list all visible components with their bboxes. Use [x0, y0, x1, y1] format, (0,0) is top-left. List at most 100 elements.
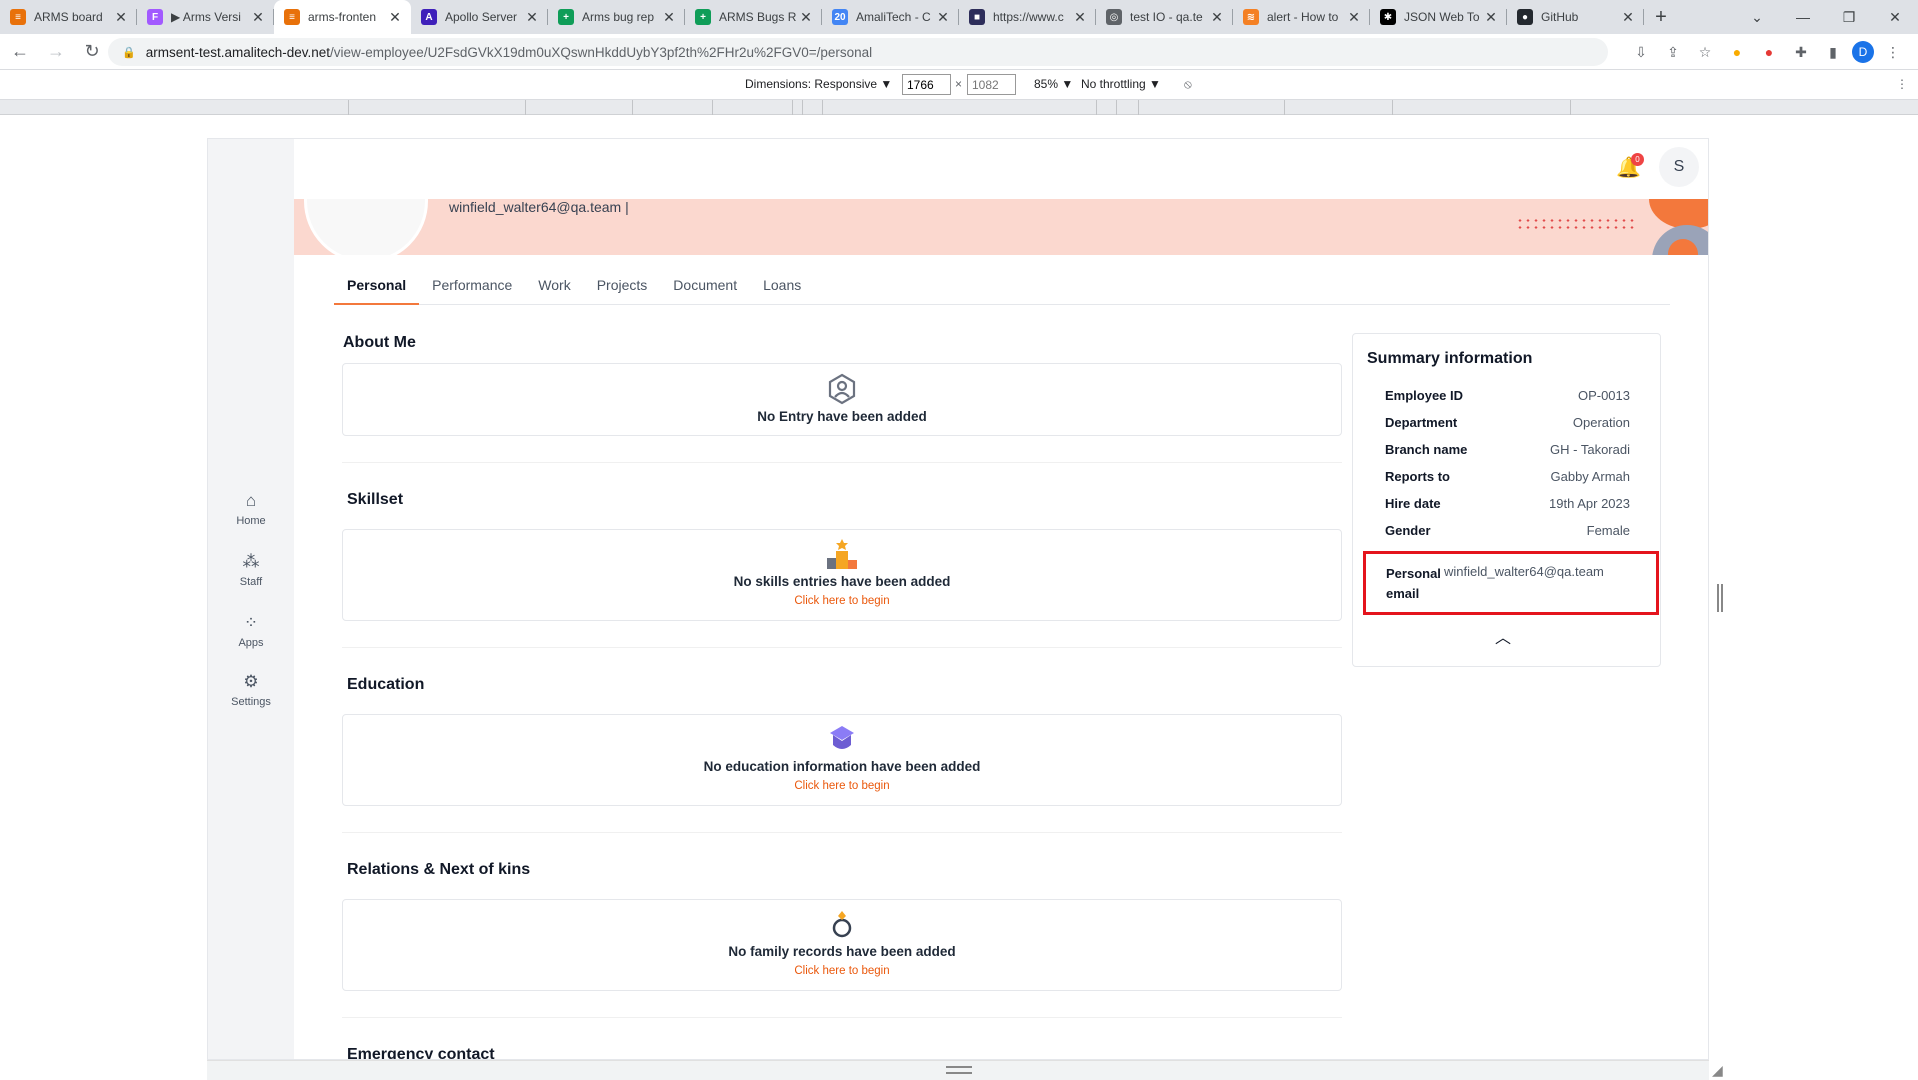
browser-tab[interactable]: ✱ JSON Web To ✕ — [1370, 0, 1507, 34]
extensions-puzzle-icon[interactable]: ✚ — [1788, 38, 1814, 66]
profile-avatar[interactable]: D — [1852, 41, 1874, 63]
new-tab-button[interactable]: + — [1644, 0, 1678, 34]
education-begin-link[interactable]: Click here to begin — [343, 780, 1341, 792]
viewport-height-input[interactable] — [967, 74, 1016, 95]
device-menu-icon[interactable]: ⋮ — [1896, 77, 1908, 91]
resize-corner-icon[interactable]: ◢ — [1712, 1062, 1723, 1079]
skillset-card: No skills entries have been added Click … — [342, 529, 1342, 621]
extension-icon[interactable]: ● — [1724, 38, 1750, 66]
dimensions-dropdown[interactable]: Dimensions: Responsive ▼ — [745, 77, 892, 91]
extension-icon[interactable]: ● — [1756, 38, 1782, 66]
forward-button[interactable]: → — [40, 36, 72, 68]
summary-key: Employee ID — [1385, 388, 1464, 403]
relations-card: No family records have been added Click … — [342, 899, 1342, 991]
browser-tab-strip: ≡ ARMS board ✕ F ▶ Arms Versi ✕ ≡ arms-fronten ✕… — [0, 0, 1918, 34]
lock-icon[interactable]: 🔒 — [122, 46, 136, 59]
restore-button[interactable]: ❐ — [1826, 0, 1872, 34]
tab-favicon-icon: A — [421, 9, 437, 25]
close-window-button[interactable]: ✕ — [1872, 0, 1918, 34]
tab-title: Apollo Server — [445, 10, 518, 24]
summary-key: Hire date — [1385, 496, 1441, 511]
browser-tab[interactable]: A Apollo Server ✕ — [411, 0, 548, 34]
media-query-ruler[interactable] — [0, 100, 1918, 115]
browser-tab[interactable]: ◎ test IO - qa.te ✕ — [1096, 0, 1233, 34]
tab-title: alert - How to — [1267, 10, 1339, 24]
rotate-icon[interactable]: ⦸ — [1184, 77, 1192, 92]
close-tab-icon[interactable]: ✕ — [113, 9, 129, 26]
close-tab-icon[interactable]: ✕ — [1620, 9, 1636, 26]
times-icon: × — [955, 77, 963, 91]
tab-title: ▶ Arms Versi — [171, 10, 241, 24]
browser-tab[interactable]: + Arms bug rep ✕ — [548, 0, 685, 34]
browser-menu-icon[interactable]: ⋮ — [1880, 38, 1906, 66]
close-tab-icon[interactable]: ✕ — [1072, 9, 1088, 26]
summary-value: 19th Apr 2023 — [1549, 496, 1630, 511]
close-tab-icon[interactable]: ✕ — [1346, 9, 1362, 26]
browser-tab[interactable]: F ▶ Arms Versi ✕ — [137, 0, 274, 34]
close-tab-icon[interactable]: ✕ — [250, 9, 266, 26]
sidebar-item-apps[interactable]: ⁘ Apps — [208, 613, 294, 649]
side-panel-icon[interactable]: ▮ — [1820, 38, 1846, 66]
sidebar: ⌂ Home ⁂ Staff ⁘ Apps ⚙ Settings — [208, 139, 294, 1059]
browser-tab[interactable]: ● GitHub ✕ — [1507, 0, 1644, 34]
browser-tab[interactable]: 20 AmaliTech - C ✕ — [822, 0, 959, 34]
reload-button[interactable]: ↻ — [76, 36, 108, 68]
tab-loans[interactable]: Loans — [750, 265, 814, 305]
tab-list: ≡ ARMS board ✕ F ▶ Arms Versi ✕ ≡ arms-fronten ✕… — [0, 0, 1644, 34]
close-tab-icon[interactable]: ✕ — [1483, 9, 1499, 26]
tab-work[interactable]: Work — [525, 265, 583, 305]
close-tab-icon[interactable]: ✕ — [798, 9, 814, 26]
staff-icon: ⁂ — [242, 552, 260, 571]
top-navbar: 🔔 0 S — [294, 139, 1708, 199]
close-tab-icon[interactable]: ✕ — [935, 9, 951, 26]
browser-tab[interactable]: ■ https://www.c ✕ — [959, 0, 1096, 34]
summary-value: OP-0013 — [1577, 388, 1630, 403]
browser-tab[interactable]: ≋ alert - How to ✕ — [1233, 0, 1370, 34]
tab-personal[interactable]: Personal — [334, 265, 420, 305]
summary-row: Hire date 19th Apr 2023 — [1385, 496, 1630, 511]
tab-search-icon[interactable]: ⌄ — [1734, 0, 1780, 34]
share-icon[interactable]: ⇪ — [1660, 38, 1686, 66]
tab-projects[interactable]: Projects — [584, 265, 661, 305]
resize-handle-bottom[interactable] — [946, 1066, 972, 1074]
sidebar-item-home[interactable]: ⌂ Home — [208, 491, 294, 527]
emergency-contact-title: Emergency contact — [347, 1046, 495, 1060]
tab-performance[interactable]: Performance — [419, 265, 525, 305]
minimize-button[interactable]: — — [1780, 0, 1826, 34]
throttle-dropdown[interactable]: No throttling ▼ — [1081, 77, 1161, 91]
browser-tab[interactable]: ≡ arms-fronten ✕ — [274, 0, 411, 34]
relations-begin-link[interactable]: Click here to begin — [343, 965, 1341, 977]
sidebar-item-settings[interactable]: ⚙ Settings — [208, 672, 294, 708]
close-tab-icon[interactable]: ✕ — [387, 9, 403, 26]
browser-tab[interactable]: ≡ ARMS board ✕ — [0, 0, 137, 34]
close-tab-icon[interactable]: ✕ — [524, 9, 540, 26]
viewport-width-input[interactable] — [902, 74, 951, 95]
collapse-chevron-up-icon[interactable]: ︿ — [1495, 624, 1511, 648]
education-title: Education — [347, 676, 425, 693]
bookmark-star-icon[interactable]: ☆ — [1692, 38, 1718, 66]
summary-row: Employee ID OP-0013 — [1385, 388, 1630, 403]
notifications-bell-icon[interactable]: 🔔 0 — [1616, 153, 1644, 183]
browser-tab[interactable]: + ARMS Bugs R ✕ — [685, 0, 822, 34]
tab-title: test IO - qa.te — [1130, 10, 1203, 24]
zoom-dropdown[interactable]: 85% ▼ — [1034, 77, 1073, 91]
resize-handle-right[interactable] — [1717, 584, 1723, 612]
skills-begin-link[interactable]: Click here to begin — [343, 595, 1341, 607]
user-hexagon-icon — [828, 373, 856, 405]
close-tab-icon[interactable]: ✕ — [1209, 9, 1225, 26]
user-avatar[interactable]: S — [1659, 147, 1699, 187]
sidebar-item-label: Apps — [238, 637, 264, 649]
summary-key: Branch name — [1385, 442, 1468, 457]
graduation-cap-icon — [830, 726, 854, 749]
install-icon[interactable]: ⇩ — [1628, 38, 1654, 66]
tab-document[interactable]: Document — [660, 265, 750, 305]
url-bar[interactable]: 🔒 armsent-test.amalitech-dev.net/view-em… — [108, 38, 1608, 66]
summary-key: Gender — [1385, 523, 1431, 538]
summary-value: Female — [1586, 523, 1630, 538]
back-button[interactable]: ← — [4, 36, 36, 68]
summary-key: Reports to — [1385, 469, 1450, 484]
close-tab-icon[interactable]: ✕ — [661, 9, 677, 26]
about-me-card: No Entry have been added — [342, 363, 1342, 436]
decorative-shape — [1652, 225, 1708, 255]
sidebar-item-staff[interactable]: ⁂ Staff — [208, 552, 294, 588]
